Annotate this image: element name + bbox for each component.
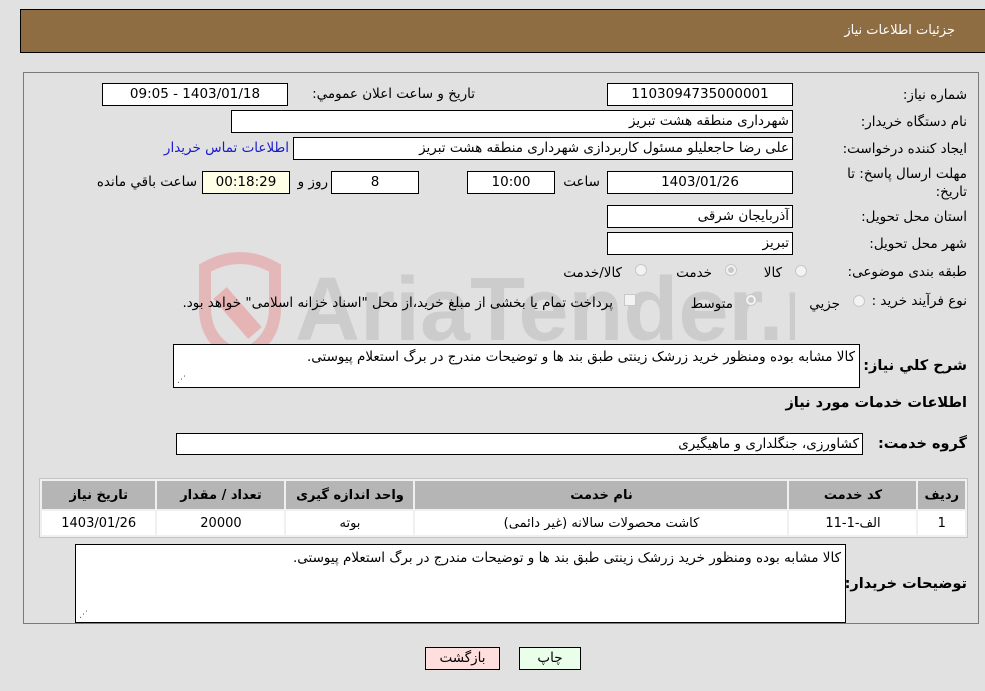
cell-service-code: الف-1-11	[789, 511, 917, 535]
announce-datetime-field: 1403/01/18 - 09:05	[102, 83, 288, 106]
category-option-goods: کالا	[763, 265, 782, 281]
page-title: جزئیات اطلاعات نیاز	[844, 23, 955, 38]
need-number-label: شماره نیاز:	[902, 87, 967, 103]
services-table: ردیف کد خدمت نام خدمت واحد اندازه گیری ت…	[39, 478, 968, 538]
table-row: 1 الف-1-11 کاشت محصولات سالانه (غیر دائم…	[42, 511, 965, 535]
province-label: استان محل تحویل:	[861, 209, 967, 225]
deadline-date-field: 1403/01/26	[607, 171, 793, 194]
province-field: آذربایجان شرقی	[607, 205, 793, 228]
category-label: طبقه بندی موضوعی:	[847, 264, 967, 280]
time-remaining-label: ساعت باقي مانده	[96, 174, 197, 190]
process-option-medium: متوسط	[690, 296, 733, 312]
deadline-time-field: 10:00	[467, 171, 555, 194]
category-radio-service[interactable]	[725, 264, 737, 276]
col-header-need-date: تاریخ نیاز	[42, 481, 156, 509]
cell-quantity: 20000	[157, 511, 285, 535]
city-field: تبریز	[607, 232, 793, 255]
resize-grip-icon[interactable]: ⋰	[177, 375, 187, 385]
process-option-minor: جزيي	[809, 296, 840, 312]
process-radio-minor[interactable]	[853, 295, 865, 307]
service-group-label: گروه خدمت:	[877, 436, 967, 452]
back-button[interactable]: بازگشت	[425, 647, 500, 670]
col-header-quantity: تعداد / مقدار	[157, 481, 285, 509]
cell-service-name: کاشت محصولات سالانه (غیر دائمی)	[415, 511, 788, 535]
summary-label: شرح کلي نیاز:	[863, 358, 967, 374]
service-group-field: کشاورزی، جنگلداری و ماهیگیری	[176, 433, 863, 455]
need-number-field: 1103094735000001	[607, 83, 793, 106]
cell-row-number: 1	[918, 511, 965, 535]
table-header-row: ردیف کد خدمت نام خدمت واحد اندازه گیری ت…	[42, 481, 965, 509]
buyer-contact-link[interactable]: اطلاعات تماس خریدار	[164, 140, 289, 156]
cell-unit: بوته	[286, 511, 414, 535]
treasury-checkbox[interactable]	[624, 294, 636, 306]
buyer-notes-text: کالا مشابه بوده ومنظور خرید زرشک زینتی ط…	[292, 550, 841, 566]
col-header-service-code: کد خدمت	[789, 481, 917, 509]
category-option-service: خدمت	[676, 265, 712, 281]
deadline-label: مهلت ارسال پاسخ: تا تاریخ:	[847, 166, 967, 200]
category-radio-goods-service[interactable]	[635, 264, 647, 276]
requester-field: علی رضا حاجعلیلو مسئول کاربردازی شهرداری…	[293, 137, 793, 160]
cell-need-date: 1403/01/26	[42, 511, 156, 535]
process-radio-medium[interactable]	[745, 294, 757, 306]
col-header-row-number: ردیف	[918, 481, 965, 509]
treasury-note: پرداخت تمام یا بخشی از مبلغ خرید،از محل …	[182, 295, 613, 311]
buyer-notes-label: توضیحات خریدار:	[844, 576, 967, 592]
requester-label: ایجاد کننده درخواست:	[842, 141, 967, 157]
buyer-notes-textarea[interactable]: کالا مشابه بوده ومنظور خرید زرشک زینتی ط…	[75, 544, 846, 623]
process-type-label: نوع فرآیند خرید :	[871, 293, 967, 309]
buyer-org-label: نام دستگاه خریدار:	[860, 114, 967, 130]
summary-textarea[interactable]: کالا مشابه بوده ومنظور خرید زرشک زینتی ط…	[173, 344, 860, 388]
days-remaining-field: 8	[331, 171, 419, 194]
resize-grip-icon[interactable]: ⋰	[79, 610, 89, 620]
col-header-unit: واحد اندازه گیری	[286, 481, 414, 509]
announce-datetime-label: تاریخ و ساعت اعلان عمومي:	[312, 86, 475, 102]
services-section-title: اطلاعات خدمات مورد نیاز	[785, 395, 967, 411]
buyer-org-field: شهرداری منطقه هشت تبریز	[231, 110, 793, 133]
category-option-goods-service: کالا/خدمت	[563, 265, 622, 281]
page-header: جزئیات اطلاعات نیاز	[20, 9, 985, 53]
summary-text: کالا مشابه بوده ومنظور خرید زرشک زینتی ط…	[306, 349, 855, 365]
city-label: شهر محل تحویل:	[869, 236, 967, 252]
deadline-time-label: ساعت	[563, 174, 600, 190]
print-button[interactable]: چاپ	[519, 647, 581, 670]
col-header-service-name: نام خدمت	[415, 481, 788, 509]
category-radio-goods[interactable]	[795, 265, 807, 277]
time-remaining-field: 00:18:29	[202, 171, 290, 194]
days-label: روز و	[297, 174, 328, 190]
